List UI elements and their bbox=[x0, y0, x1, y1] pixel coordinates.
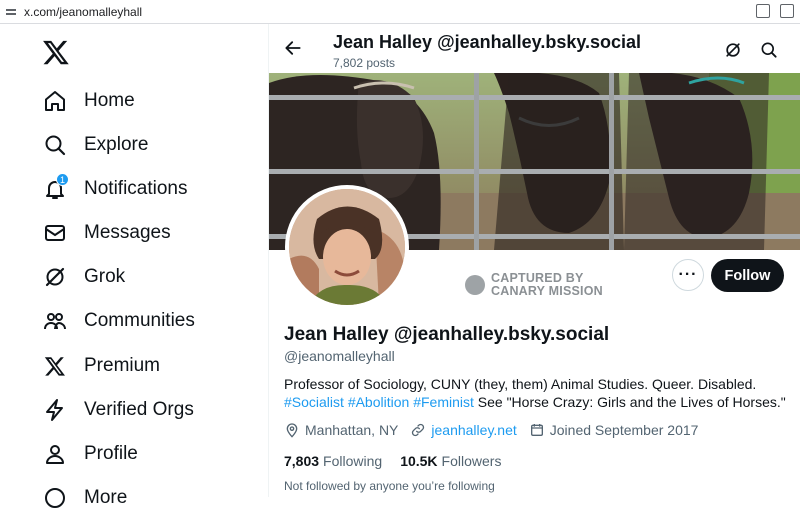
home-icon bbox=[42, 88, 68, 114]
following-label: Following bbox=[323, 453, 383, 469]
sidebar-item-premium[interactable]: Premium bbox=[42, 348, 160, 384]
avatar-photo bbox=[289, 189, 405, 305]
notification-badge: 1 bbox=[56, 173, 69, 186]
header-title: Jean Halley @jeanhalley.bsky.social bbox=[333, 32, 642, 52]
people-icon bbox=[42, 308, 68, 334]
user-handle: @jeanomalleyhall bbox=[284, 348, 395, 364]
location-pin-icon bbox=[286, 423, 298, 438]
sidebar-item-label: Explore bbox=[84, 134, 149, 155]
follow-button[interactable]: Follow bbox=[711, 259, 784, 292]
sidebar-item-label: Verified Orgs bbox=[84, 399, 194, 420]
sidebar-item-profile[interactable]: Profile bbox=[42, 436, 138, 472]
sidebar-item-verified-orgs[interactable]: Verified Orgs bbox=[42, 392, 194, 428]
website: jeanhalley.net bbox=[410, 422, 517, 438]
followers-count: 10.5K bbox=[400, 453, 438, 469]
sidebar-item-home[interactable]: Home bbox=[42, 83, 135, 119]
x-logo-icon[interactable] bbox=[42, 38, 70, 66]
profile-column: Jean Halley @jeanhalley.bsky.social 7,80… bbox=[268, 24, 800, 497]
bell-icon: 1 bbox=[42, 173, 69, 202]
sidebar-item-communities[interactable]: Communities bbox=[42, 303, 195, 339]
x-logo-icon bbox=[42, 353, 68, 379]
bio-text: See "Horse Crazy: Girls and the Lives of… bbox=[473, 394, 786, 410]
url-text[interactable]: x.com/jeanomalleyhall bbox=[24, 5, 142, 19]
more-circle-icon bbox=[42, 485, 68, 511]
hashtag-link[interactable]: #Socialist bbox=[284, 394, 344, 410]
address-bar[interactable]: x.com/jeanomalleyhall bbox=[0, 0, 800, 24]
sidebar-item-label: Premium bbox=[84, 355, 161, 376]
sidebar-item-label: Communities bbox=[84, 310, 195, 331]
calendar-icon bbox=[530, 424, 543, 436]
bio-line-2: #Socialist #Abolition #Feminist See "Hor… bbox=[284, 394, 786, 410]
grok-icon bbox=[42, 264, 68, 290]
stamp-text: CAPTURED BY CANARY MISSION bbox=[491, 272, 603, 298]
back-arrow-icon[interactable] bbox=[283, 38, 303, 58]
follow-stats: 7,803 Following 10.5K Followers bbox=[284, 453, 519, 469]
sidebar-item-label: Messages bbox=[84, 222, 171, 243]
bookmark-icon[interactable] bbox=[780, 4, 794, 18]
sidebar-nav: Home Explore 1 Notifications Messages Gr… bbox=[0, 24, 268, 508]
following-link[interactable]: 7,803 Following bbox=[284, 453, 382, 469]
location-text: Manhattan, NY bbox=[305, 422, 399, 438]
person-icon bbox=[42, 441, 68, 467]
post-count: 7,802 posts bbox=[333, 56, 396, 70]
hashtag-link[interactable]: #Feminist bbox=[413, 394, 474, 410]
grok-icon[interactable] bbox=[723, 40, 743, 60]
not-followed-note: Not followed by anyone you’re following bbox=[284, 479, 495, 493]
sidebar-item-label: Grok bbox=[84, 266, 126, 287]
followers-label: Followers bbox=[441, 453, 502, 469]
join-date-text: Joined September 2017 bbox=[549, 422, 699, 438]
sidebar-item-label: Profile bbox=[84, 443, 138, 464]
sidebar-item-label: Notifications bbox=[84, 178, 188, 199]
sidebar-item-messages[interactable]: Messages bbox=[42, 215, 171, 251]
link-icon bbox=[412, 423, 425, 437]
cast-icon[interactable] bbox=[756, 4, 770, 18]
browser-actions bbox=[756, 4, 794, 18]
website-link[interactable]: jeanhalley.net bbox=[431, 422, 516, 438]
location: Manhattan, NY bbox=[284, 422, 398, 438]
profile-meta: Manhattan, NY jeanhalley.net Joined Sept… bbox=[284, 422, 710, 438]
sidebar-item-label: More bbox=[84, 487, 128, 508]
display-name: Jean Halley @jeanhalley.bsky.social bbox=[284, 324, 610, 345]
lightning-icon bbox=[42, 397, 68, 423]
search-icon[interactable] bbox=[759, 40, 779, 60]
mail-icon bbox=[42, 220, 68, 246]
avatar[interactable] bbox=[285, 185, 409, 309]
site-settings-icon[interactable] bbox=[6, 7, 16, 17]
followers-link[interactable]: 10.5K Followers bbox=[400, 453, 501, 469]
sidebar-item-more[interactable]: More bbox=[42, 480, 127, 516]
hashtag-link[interactable]: #Abolition bbox=[348, 394, 410, 410]
join-date: Joined September 2017 bbox=[529, 422, 699, 438]
bio-line-1: Professor of Sociology, CUNY (they, them… bbox=[284, 376, 757, 392]
sidebar-item-grok[interactable]: Grok bbox=[42, 259, 125, 295]
following-count: 7,803 bbox=[284, 453, 320, 469]
sidebar-item-explore[interactable]: Explore bbox=[42, 127, 148, 163]
sidebar-item-label: Home bbox=[84, 90, 135, 111]
profile-header-bar: Jean Halley @jeanhalley.bsky.social 7,80… bbox=[269, 24, 800, 73]
more-options-button[interactable]: ··· bbox=[672, 259, 704, 291]
search-icon bbox=[42, 132, 68, 158]
sidebar-item-notifications[interactable]: 1 Notifications bbox=[42, 171, 188, 207]
watermark-stamp: CAPTURED BY CANARY MISSION bbox=[465, 272, 603, 298]
stamp-logo-icon bbox=[465, 275, 485, 295]
stamp-line2: CANARY MISSION bbox=[491, 284, 603, 298]
